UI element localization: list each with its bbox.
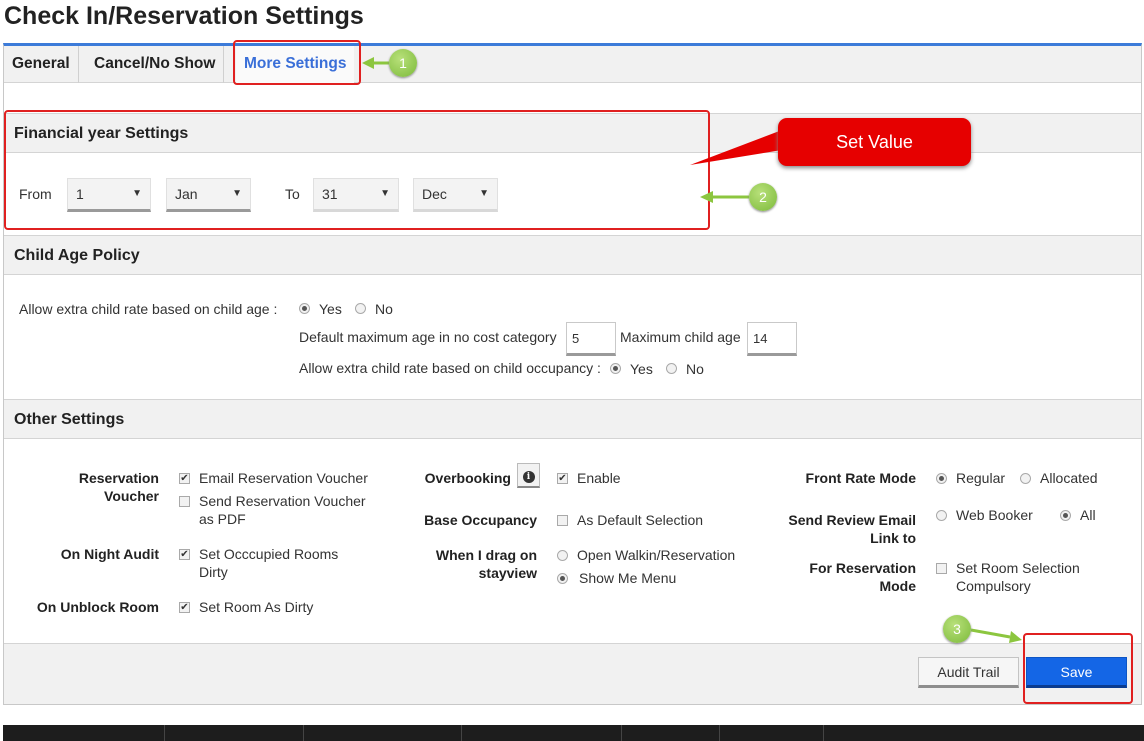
arrow-1-head xyxy=(362,57,374,69)
callout-pointer xyxy=(690,130,782,165)
step-2-badge: 2 xyxy=(749,183,777,211)
annotation-arrows xyxy=(362,57,1022,643)
arrow-3-head xyxy=(1009,631,1022,643)
arrow-3-line xyxy=(970,628,1011,639)
set-value-callout: Set Value xyxy=(778,118,971,166)
step-3-badge: 3 xyxy=(943,615,971,643)
step-1-badge: 1 xyxy=(389,49,417,77)
arrow-2-head xyxy=(700,191,713,203)
